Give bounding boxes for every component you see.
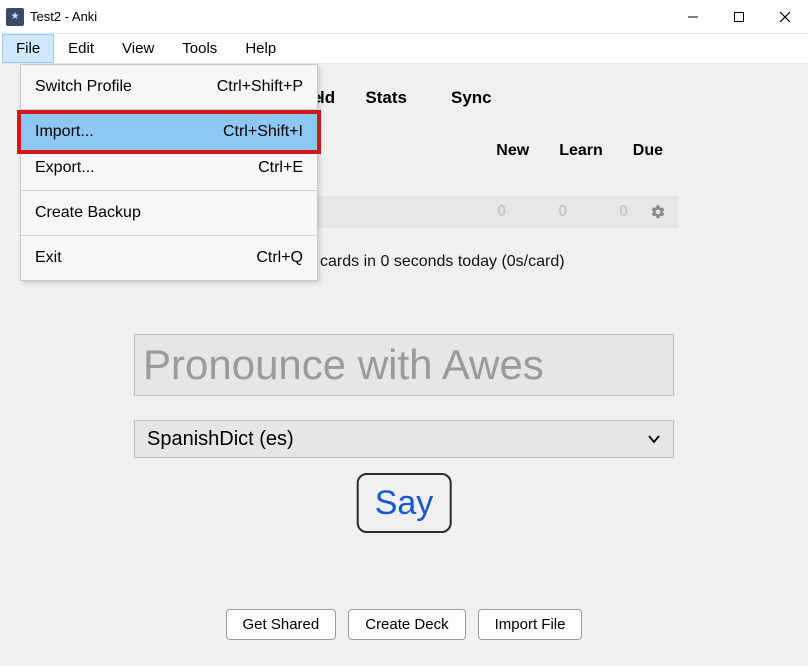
col-learn: Learn bbox=[559, 142, 603, 160]
deck-new-count: 0 bbox=[497, 203, 506, 221]
menu-separator bbox=[21, 235, 317, 236]
deck-learn-count: 0 bbox=[558, 203, 567, 221]
pronounce-input[interactable]: Pronounce with Awes bbox=[134, 334, 674, 396]
menu-label: Switch Profile bbox=[35, 78, 132, 96]
pronounce-placeholder: Pronounce with Awes bbox=[143, 341, 544, 389]
create-deck-button[interactable]: Create Deck bbox=[348, 609, 465, 640]
menu-shortcut: Ctrl+Shift+P bbox=[217, 78, 303, 96]
menu-edit[interactable]: Edit bbox=[54, 34, 108, 63]
deck-counts: 0 0 0 bbox=[497, 203, 628, 221]
file-menu-dropdown: Switch Profile Ctrl+Shift+P Import... Ct… bbox=[20, 64, 318, 281]
window-title: Test2 - Anki bbox=[30, 9, 97, 24]
studied-today-text: cards in 0 seconds today (0s/card) bbox=[320, 253, 565, 271]
menu-shortcut: Ctrl+Q bbox=[256, 249, 303, 267]
language-select-value: SpanishDict (es) bbox=[147, 428, 294, 451]
bottom-buttons: Get Shared Create Deck Import File bbox=[0, 609, 808, 640]
file-import[interactable]: Import... Ctrl+Shift+I bbox=[21, 114, 317, 150]
menu-shortcut: Ctrl+E bbox=[258, 159, 303, 177]
close-button[interactable] bbox=[762, 0, 808, 34]
say-button[interactable]: Say bbox=[357, 473, 452, 533]
file-export[interactable]: Export... Ctrl+E bbox=[21, 150, 317, 186]
menu-label: Create Backup bbox=[35, 204, 141, 222]
menu-separator bbox=[21, 190, 317, 191]
file-switch-profile[interactable]: Switch Profile Ctrl+Shift+P bbox=[21, 69, 317, 105]
chevron-down-icon bbox=[647, 432, 661, 446]
nav-links: Browse Stats Sync bbox=[260, 88, 808, 108]
deck-due-count: 0 bbox=[619, 203, 628, 221]
menu-view[interactable]: View bbox=[108, 34, 168, 63]
file-create-backup[interactable]: Create Backup bbox=[21, 195, 317, 231]
language-select[interactable]: SpanishDict (es) bbox=[134, 420, 674, 458]
menu-file[interactable]: File bbox=[2, 34, 54, 63]
nav-sync[interactable]: Sync bbox=[451, 88, 492, 108]
menu-shortcut: Ctrl+Shift+I bbox=[223, 123, 303, 141]
titlebar: ★ Test2 - Anki bbox=[0, 0, 808, 34]
import-file-button[interactable]: Import File bbox=[478, 609, 583, 640]
menubar: File Edit View Tools Help bbox=[0, 34, 808, 64]
gear-icon[interactable] bbox=[650, 204, 666, 220]
nav-stats[interactable]: Stats bbox=[365, 88, 407, 108]
minimize-button[interactable] bbox=[670, 0, 716, 34]
maximize-button[interactable] bbox=[716, 0, 762, 34]
deck-columns-header: New Learn Due bbox=[496, 142, 663, 160]
window-buttons bbox=[670, 0, 808, 34]
menu-tools[interactable]: Tools bbox=[168, 34, 231, 63]
menu-label: Exit bbox=[35, 249, 62, 267]
col-due: Due bbox=[633, 142, 663, 160]
app-icon: ★ bbox=[6, 8, 24, 26]
file-exit[interactable]: Exit Ctrl+Q bbox=[21, 240, 317, 276]
menu-label: Import... bbox=[35, 123, 94, 141]
get-shared-button[interactable]: Get Shared bbox=[226, 609, 337, 640]
say-button-label: Say bbox=[375, 484, 434, 523]
col-new: New bbox=[496, 142, 529, 160]
menu-separator bbox=[21, 109, 317, 110]
menu-help[interactable]: Help bbox=[231, 34, 290, 63]
menu-label: Export... bbox=[35, 159, 95, 177]
